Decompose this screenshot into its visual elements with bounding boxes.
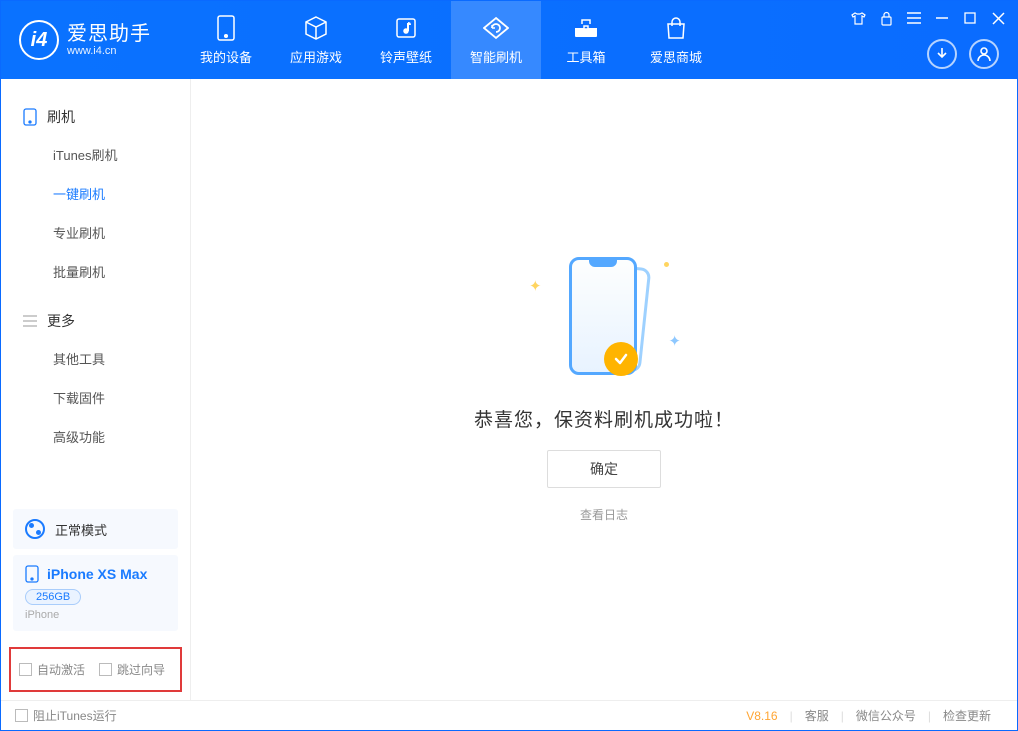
mode-icon <box>25 519 45 539</box>
body: 刷机 iTunes刷机 一键刷机 专业刷机 批量刷机 更多 其他工具 下载固件 … <box>1 79 1017 700</box>
tab-label: 爱思商城 <box>650 47 702 66</box>
group-label: 刷机 <box>47 107 75 127</box>
support-link[interactable]: 客服 <box>793 707 841 724</box>
tab-smart-flash[interactable]: 智能刷机 <box>451 1 541 79</box>
logo[interactable]: i4 爱思助手 www.i4.cn <box>19 20 151 60</box>
header: i4 爱思助手 www.i4.cn 我的设备 应用游戏 铃声壁纸 智能刷机 工具… <box>1 1 1017 79</box>
close-icon[interactable] <box>989 9 1007 27</box>
sidebar-item-itunes-flash[interactable]: iTunes刷机 <box>1 135 190 174</box>
tab-ringtones-wallpapers[interactable]: 铃声壁纸 <box>361 1 451 79</box>
sparkle-icon: ✦ <box>529 277 542 295</box>
main-content: ✦ ✦ 恭喜您，保资料刷机成功啦！ 确定 查看日志 <box>191 79 1017 700</box>
list-icon <box>23 315 37 327</box>
sidebar-item-batch-flash[interactable]: 批量刷机 <box>1 252 190 291</box>
sidebar-item-oneclick-flash[interactable]: 一键刷机 <box>1 174 190 213</box>
cube-icon <box>303 15 329 41</box>
device-icon <box>25 565 39 583</box>
shirt-icon[interactable] <box>849 9 867 27</box>
app-title: 爱思助手 <box>67 23 151 45</box>
device-storage: 256GB <box>25 589 81 605</box>
device-type: iPhone <box>25 609 166 621</box>
mode-label: 正常模式 <box>55 520 107 539</box>
lock-icon[interactable] <box>877 9 895 27</box>
toolbox-icon <box>573 15 599 41</box>
tab-label: 智能刷机 <box>470 47 522 66</box>
window-controls <box>849 9 1007 27</box>
sidebar-item-other-tools[interactable]: 其他工具 <box>1 339 190 378</box>
maximize-icon[interactable] <box>961 9 979 27</box>
checkbox-label: 自动激活 <box>37 661 85 678</box>
minimize-icon[interactable] <box>933 9 951 27</box>
checkbox-label: 阻止iTunes运行 <box>33 707 117 724</box>
view-log-link[interactable]: 查看日志 <box>580 506 628 523</box>
phone-front-icon <box>569 257 637 375</box>
checkbox-skip-guide[interactable]: 跳过向导 <box>99 661 165 678</box>
checkmark-badge-icon <box>604 342 638 376</box>
phone-icon <box>213 15 239 41</box>
mode-card[interactable]: 正常模式 <box>13 509 178 549</box>
tab-store[interactable]: 爱思商城 <box>631 1 721 79</box>
check-update-link[interactable]: 检查更新 <box>931 707 1003 724</box>
checkbox-label: 跳过向导 <box>117 661 165 678</box>
tab-toolbox[interactable]: 工具箱 <box>541 1 631 79</box>
checkbox-icon <box>99 663 112 676</box>
phone-small-icon <box>23 108 37 126</box>
wechat-link[interactable]: 微信公众号 <box>844 707 928 724</box>
download-button[interactable] <box>927 39 957 69</box>
sparkle-dot-icon <box>664 262 669 267</box>
footer: 阻止iTunes运行 V8.16 | 客服 | 微信公众号 | 检查更新 <box>1 700 1017 730</box>
checkbox-icon <box>19 663 32 676</box>
sidebar-item-advanced[interactable]: 高级功能 <box>1 417 190 456</box>
sparkle-icon: ✦ <box>668 332 681 350</box>
tab-label: 我的设备 <box>200 47 252 66</box>
sidebar: 刷机 iTunes刷机 一键刷机 专业刷机 批量刷机 更多 其他工具 下载固件 … <box>1 79 191 700</box>
user-button[interactable] <box>969 39 999 69</box>
sidebar-item-pro-flash[interactable]: 专业刷机 <box>1 213 190 252</box>
sidebar-group-more: 更多 <box>1 303 190 339</box>
tab-label: 工具箱 <box>566 47 605 66</box>
header-side-buttons <box>927 39 999 69</box>
success-message: 恭喜您，保资料刷机成功啦！ <box>474 405 734 432</box>
tab-my-device[interactable]: 我的设备 <box>181 1 271 79</box>
tab-apps-games[interactable]: 应用游戏 <box>271 1 361 79</box>
music-icon <box>393 15 419 41</box>
device-name: iPhone XS Max <box>47 566 147 582</box>
refresh-icon <box>483 15 509 41</box>
tab-label: 应用游戏 <box>290 47 342 66</box>
highlighted-checks: 自动激活 跳过向导 <box>9 647 182 692</box>
logo-icon: i4 <box>19 20 59 60</box>
group-label: 更多 <box>47 311 75 331</box>
tab-label: 铃声壁纸 <box>380 47 432 66</box>
checkbox-block-itunes[interactable]: 阻止iTunes运行 <box>15 707 117 724</box>
bag-icon <box>663 15 689 41</box>
menu-icon[interactable] <box>905 9 923 27</box>
success-illustration: ✦ ✦ <box>549 257 659 387</box>
version-label[interactable]: V8.16 <box>734 709 789 723</box>
checkbox-auto-activate[interactable]: 自动激活 <box>19 661 85 678</box>
device-card[interactable]: iPhone XS Max 256GB iPhone <box>13 555 178 631</box>
sidebar-group-flash: 刷机 <box>1 99 190 135</box>
app-subtitle: www.i4.cn <box>67 45 151 57</box>
nav-tabs: 我的设备 应用游戏 铃声壁纸 智能刷机 工具箱 爱思商城 <box>181 1 721 79</box>
ok-button[interactable]: 确定 <box>547 450 661 488</box>
sidebar-item-download-firmware[interactable]: 下载固件 <box>1 378 190 417</box>
checkbox-icon <box>15 709 28 722</box>
